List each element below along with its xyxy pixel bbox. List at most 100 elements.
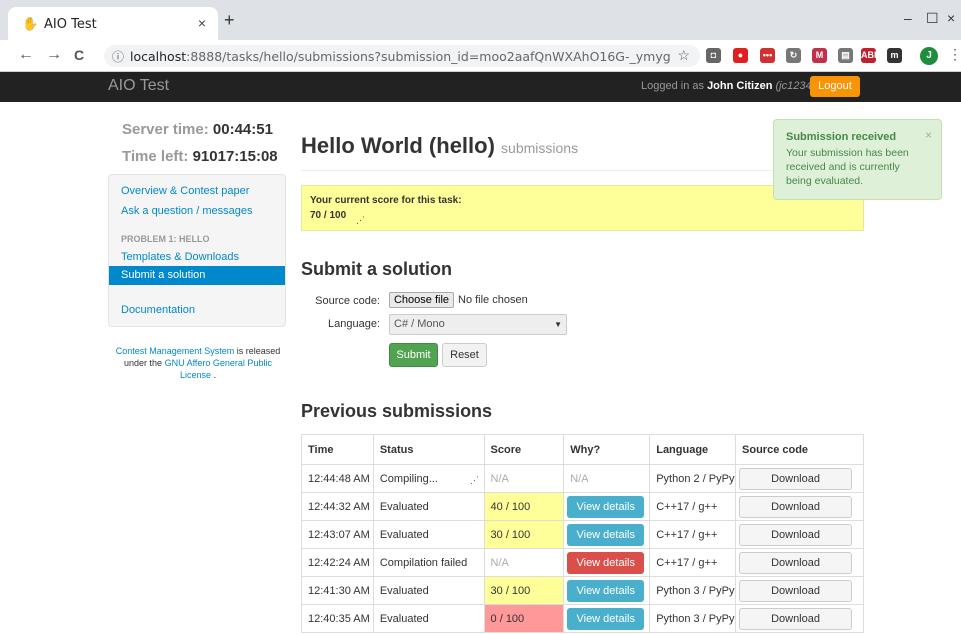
profile-avatar[interactable]: J bbox=[920, 47, 938, 65]
extension-icon[interactable]: ••• bbox=[760, 48, 775, 63]
tab-close-icon[interactable]: × bbox=[198, 15, 206, 31]
tab-title: AIO Test bbox=[44, 17, 97, 32]
sidebar-nav: Overview & Contest paper Ask a question … bbox=[108, 174, 286, 327]
extension-icon[interactable]: m bbox=[887, 48, 902, 63]
sidebar-item-submit[interactable]: Submit a solution bbox=[109, 266, 285, 285]
url-host: localhost bbox=[130, 49, 187, 64]
submit-button[interactable]: Submit bbox=[389, 343, 438, 367]
view-details-button[interactable]: View details bbox=[567, 523, 645, 546]
cell-source: Download bbox=[735, 464, 864, 493]
extension-icon[interactable]: ABP bbox=[861, 48, 880, 63]
loading-favicon-icon: ✋ bbox=[22, 16, 39, 31]
reload-button[interactable]: C bbox=[74, 47, 84, 63]
extension-icon[interactable]: ● bbox=[733, 48, 748, 63]
license-link[interactable]: GNU Affero General Public License bbox=[165, 358, 272, 380]
cell-score: N/A bbox=[483, 548, 565, 577]
notification-body: Your submission has been received and is… bbox=[786, 147, 909, 187]
cell-source: Download bbox=[735, 576, 864, 605]
cell-score: 30 / 100 bbox=[483, 576, 565, 605]
license-note: Contest Management System is released un… bbox=[110, 345, 286, 381]
cell-why: N/A bbox=[563, 464, 651, 493]
column-header-status: Status bbox=[372, 434, 485, 465]
score-value: 70 / 100 bbox=[310, 210, 347, 221]
extension-icon[interactable]: ↻ bbox=[786, 48, 801, 63]
extension-icon[interactable]: ◘ bbox=[706, 48, 721, 63]
cell-score: 30 / 100 bbox=[483, 520, 565, 549]
submissions-table: Time Status Score Why? Language Source c… bbox=[301, 434, 864, 633]
new-tab-button[interactable]: + bbox=[224, 10, 235, 31]
extension-icon[interactable]: M bbox=[812, 48, 827, 63]
language-selected-value: C# / Mono bbox=[394, 318, 445, 330]
cell-why: View details bbox=[563, 548, 651, 577]
download-button[interactable]: Download bbox=[739, 523, 853, 546]
logged-in-info: Logged in as John Citizen (jc1234) bbox=[641, 80, 815, 92]
table-row: 12:42:24 AM Compilation failed N/A View … bbox=[301, 548, 864, 577]
server-time: Server time: 00:44:51 bbox=[122, 121, 273, 138]
column-header-why: Why? bbox=[563, 434, 651, 465]
cell-time: 12:41:30 AM bbox=[301, 576, 374, 605]
sidebar-item-overview[interactable]: Overview & Contest paper bbox=[121, 185, 249, 197]
view-details-button[interactable]: View details bbox=[567, 607, 645, 630]
brand-link[interactable]: AIO Test bbox=[108, 77, 169, 95]
sidebar-item-documentation[interactable]: Documentation bbox=[121, 304, 195, 316]
column-header-source: Source code bbox=[735, 434, 864, 465]
cell-why: View details bbox=[563, 576, 651, 605]
maximize-button[interactable]: ☐ bbox=[926, 10, 939, 27]
view-details-button[interactable]: View details bbox=[567, 551, 645, 574]
browser-toolbar: ← → C ⓘ localhost:8888/tasks/hello/submi… bbox=[0, 40, 961, 72]
cell-status: Evaluated bbox=[372, 492, 485, 521]
extension-icon[interactable]: ▤ bbox=[838, 48, 853, 63]
cell-source: Download bbox=[735, 548, 864, 577]
site-info-icon[interactable]: ⓘ bbox=[112, 48, 124, 65]
minimize-button[interactable]: – bbox=[904, 10, 912, 26]
cell-score: 40 / 100 bbox=[483, 492, 565, 521]
notification-title: Submission received bbox=[786, 131, 897, 143]
download-button[interactable]: Download bbox=[739, 495, 853, 518]
table-row: 12:44:32 AM Evaluated 40 / 100 View deta… bbox=[301, 492, 864, 521]
window-close-button[interactable]: × bbox=[947, 10, 955, 26]
download-button[interactable]: Download bbox=[739, 579, 853, 602]
cell-score: 0 / 100 bbox=[483, 604, 565, 633]
previous-submissions-heading: Previous submissions bbox=[301, 401, 493, 421]
cell-language: Python 3 / PyPy bbox=[649, 604, 737, 633]
dropdown-arrow-icon: ▼ bbox=[554, 320, 562, 329]
bookmark-star-icon[interactable]: ☆ bbox=[677, 47, 690, 64]
url-text[interactable]: localhost:8888/tasks/hello/submissions?s… bbox=[130, 49, 670, 64]
download-button[interactable]: Download bbox=[739, 551, 853, 574]
language-label: Language: bbox=[328, 318, 380, 330]
address-bar[interactable]: ⓘ localhost:8888/tasks/hello/submissions… bbox=[104, 45, 700, 67]
language-select[interactable]: C# / Mono ▼ bbox=[389, 314, 567, 335]
download-button[interactable]: Download bbox=[739, 467, 853, 490]
view-details-button[interactable]: View details bbox=[567, 495, 645, 518]
cell-why: View details bbox=[563, 520, 651, 549]
cell-time: 12:44:48 AM bbox=[301, 464, 374, 493]
reset-button[interactable]: Reset bbox=[442, 343, 487, 367]
cell-status: Evaluated bbox=[372, 520, 485, 549]
cell-why: View details bbox=[563, 492, 651, 521]
cms-link[interactable]: Contest Management System bbox=[116, 346, 235, 356]
choose-file-button[interactable]: Choose file bbox=[389, 292, 454, 308]
sidebar-item-ask-question[interactable]: Ask a question / messages bbox=[121, 205, 252, 217]
sidebar-problem-header: PROBLEM 1: HELLO bbox=[121, 234, 210, 244]
browser-tab[interactable]: ✋ AIO Test × bbox=[8, 7, 218, 40]
download-button[interactable]: Download bbox=[739, 607, 853, 630]
column-header-language: Language bbox=[649, 434, 737, 465]
loading-spinner-icon: ⋰ bbox=[356, 215, 365, 225]
cell-time: 12:40:35 AM bbox=[301, 604, 374, 633]
page-title: Hello World (hello) submissions bbox=[301, 133, 578, 159]
app-navbar: AIO Test Logged in as John Citizen (jc12… bbox=[0, 72, 961, 102]
notification-close-icon[interactable]: × bbox=[925, 128, 932, 142]
view-details-button[interactable]: View details bbox=[567, 579, 645, 602]
browser-menu-icon[interactable]: ⋮ bbox=[948, 46, 961, 63]
column-header-time: Time bbox=[301, 434, 374, 465]
cell-language: C++17 / g++ bbox=[649, 492, 737, 521]
forward-button[interactable]: → bbox=[46, 46, 62, 64]
table-row: 12:43:07 AM Evaluated 30 / 100 View deta… bbox=[301, 520, 864, 549]
sidebar-item-templates[interactable]: Templates & Downloads bbox=[121, 251, 239, 263]
cell-source: Download bbox=[735, 492, 864, 521]
cell-language: Python 2 / PyPy bbox=[649, 464, 737, 493]
loading-spinner-icon: ⋰ bbox=[469, 475, 479, 485]
column-header-score: Score bbox=[483, 434, 565, 465]
back-button[interactable]: ← bbox=[18, 46, 34, 64]
logout-button[interactable]: Logout bbox=[810, 76, 860, 97]
